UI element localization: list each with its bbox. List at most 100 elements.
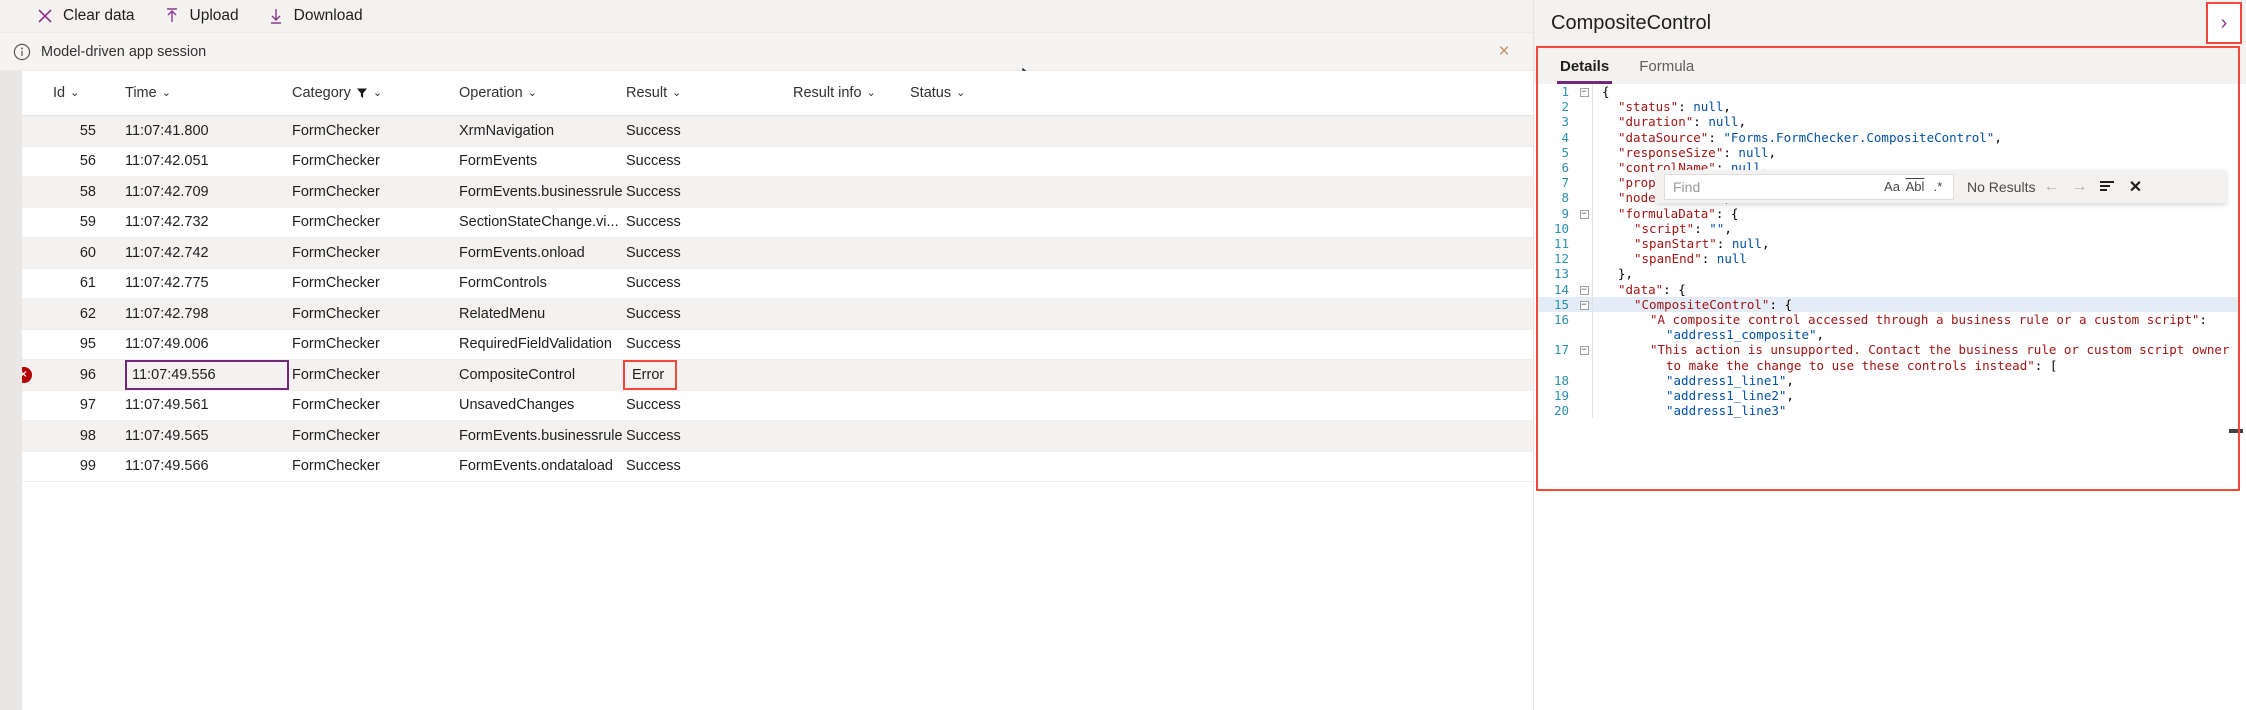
session-events-pane: Clear data Upload Download Model-driven … — [0, 0, 1534, 710]
code-indent-guide — [1592, 388, 1602, 404]
code-indent-guide — [1592, 160, 1602, 176]
cell-status — [907, 421, 1017, 451]
fold-collapse-icon[interactable]: − — [1576, 342, 1592, 357]
scrollbar-thumb[interactable] — [2229, 429, 2243, 433]
table-row[interactable]: 59 11:07:42.732 FormChecker SectionStateCha… — [0, 207, 1533, 238]
download-button[interactable]: Download — [253, 0, 377, 33]
find-input[interactable] — [1673, 178, 1880, 195]
cell-result: Success — [626, 336, 681, 353]
cell-time[interactable]: 11:07:49.556 — [122, 359, 289, 390]
cell-time: 11:07:42.709 — [125, 183, 209, 200]
cell-time: 11:07:49.565 — [125, 427, 209, 444]
code-indent-guide — [1592, 296, 1602, 313]
use-regex-icon[interactable]: .* — [1927, 176, 1949, 198]
table-row[interactable]: 55 11:07:41.800 FormChecker XrmNavigation Su… — [0, 116, 1533, 147]
code-line: 18 "address1_line1", — [1536, 372, 2238, 389]
code-line: 14− "data": { — [1536, 281, 2238, 297]
chevron-down-icon[interactable]: ⌄ — [162, 87, 171, 99]
code-indent-guide — [1592, 114, 1602, 130]
cell-result-info — [790, 421, 907, 451]
cell-result-info — [790, 330, 907, 360]
table-row[interactable]: 95 11:07:49.006 FormChecker RequiredFieldVa… — [0, 329, 1533, 360]
grid-header-id[interactable]: Id ⌄ — [47, 85, 122, 101]
grid-header-time-label: Time — [125, 85, 157, 101]
table-row[interactable]: 58 11:07:42.709 FormChecker FormEvents.busi… — [0, 177, 1533, 208]
fold-collapse-icon[interactable]: − — [1576, 282, 1592, 297]
find-close-icon[interactable]: ✕ — [2123, 175, 2147, 199]
table-row[interactable]: 97 11:07:49.561 FormChecker UnsavedChanges S… — [0, 390, 1533, 421]
cell-category: FormChecker — [292, 275, 380, 292]
chevron-down-icon[interactable]: ⌄ — [70, 87, 79, 99]
find-input-container[interactable]: Aa Abl .* — [1664, 173, 1954, 200]
code-line-number: 5 — [1561, 144, 1569, 160]
table-row[interactable]: 98 11:07:49.565 FormChecker FormEvents.busi… — [0, 421, 1533, 452]
code-indent-guide — [1592, 190, 1602, 206]
grid-header-result-info[interactable]: Result info ⌄ — [790, 85, 907, 101]
tab-details[interactable]: Details — [1548, 58, 1621, 84]
match-case-icon[interactable]: Aa — [1881, 176, 1903, 198]
grid-header-result[interactable]: Result ⌄ — [623, 85, 790, 101]
fold-collapse-icon[interactable]: − — [1576, 84, 1592, 99]
code-line-text: "A composite control accessed through a … — [1650, 312, 2215, 343]
grid-header-result-label: Result — [626, 85, 668, 101]
fold-collapse-icon[interactable]: − — [1576, 206, 1592, 221]
clear-data-button[interactable]: Clear data — [22, 0, 149, 33]
grid-header-time[interactable]: Time ⌄ — [122, 85, 289, 101]
cell-id: 97 — [79, 397, 96, 414]
grid-header-operation[interactable]: Operation ⌄ — [456, 85, 623, 101]
cell-result-info — [790, 360, 907, 390]
tab-formula[interactable]: Formula — [1627, 58, 1706, 84]
grid-left-gutter — [0, 71, 22, 710]
chevron-right-icon[interactable]: › — [2206, 2, 2242, 44]
code-indent-guide — [1592, 251, 1602, 267]
cell-result-info — [790, 269, 907, 299]
grid-header-status[interactable]: Status ⌄ — [907, 85, 1017, 101]
code-line-number: 13 — [1553, 266, 1569, 282]
code-indent-guide — [1592, 342, 1602, 373]
table-row[interactable]: × 96 11:07:49.556 FormChecker CompositeContr… — [0, 359, 1533, 391]
cell-status — [907, 116, 1017, 146]
chevron-down-icon[interactable]: ⌄ — [528, 87, 537, 99]
find-previous-icon[interactable]: ← — [2039, 175, 2063, 199]
chevron-down-icon[interactable]: ⌄ — [956, 87, 965, 99]
code-line-number: 14 — [1553, 281, 1569, 297]
code-line-number: 17 — [1553, 342, 1569, 358]
code-indent-guide — [1592, 281, 1602, 297]
cell-category: FormChecker — [292, 244, 380, 261]
cell-operation: RequiredFieldValidation — [459, 336, 612, 353]
chevron-down-icon[interactable]: ⌄ — [867, 87, 876, 99]
find-next-icon[interactable]: → — [2067, 175, 2091, 199]
table-row[interactable]: 56 11:07:42.051 FormChecker FormEvents Succe… — [0, 146, 1533, 177]
clear-data-label: Clear data — [63, 7, 135, 24]
code-line-text: "address1_line3" — [1666, 403, 1787, 419]
close-session-icon[interactable]: × — [1493, 41, 1515, 63]
cell-category: FormChecker — [292, 427, 380, 444]
fold-collapse-icon[interactable]: − — [1576, 297, 1592, 312]
cell-result: Success — [626, 427, 681, 444]
cell-id: 62 — [79, 305, 96, 322]
chevron-down-icon[interactable]: ⌄ — [672, 87, 681, 99]
table-row[interactable]: 60 11:07:42.742 FormChecker FormEvents.onlo… — [0, 238, 1533, 269]
grid-header-operation-label: Operation — [459, 85, 523, 101]
chevron-down-icon[interactable]: ⌄ — [373, 87, 382, 99]
table-row[interactable]: 62 11:07:42.798 FormChecker RelatedMenu Succ… — [0, 299, 1533, 330]
table-row[interactable]: 99 11:07:49.566 FormChecker FormEvents.onda… — [0, 451, 1533, 482]
code-indent-guide — [1592, 175, 1602, 191]
cell-time: 11:07:49.006 — [125, 336, 209, 353]
cell-id: 59 — [79, 214, 96, 231]
cell-time: 11:07:42.732 — [125, 214, 209, 231]
tab-details-label: Details — [1560, 58, 1610, 75]
cell-time: 11:07:49.561 — [125, 397, 209, 414]
find-in-selection-icon[interactable] — [2095, 175, 2119, 199]
table-row[interactable]: 61 11:07:42.775 FormChecker FormControls Suc… — [0, 268, 1533, 299]
match-whole-word-icon[interactable]: Abl — [1904, 176, 1926, 198]
cell-status — [907, 452, 1017, 482]
grid-header-result-info-label: Result info — [793, 85, 862, 101]
upload-button[interactable]: Upload — [149, 0, 253, 33]
grid-header-row: Id ⌄ Time ⌄ Category ⌄ Operation ⌄ Resul… — [0, 71, 1533, 116]
code-line: 12 "spanEnd": null — [1536, 251, 2238, 267]
grid-header-category[interactable]: Category ⌄ — [289, 85, 456, 101]
filter-funnel-icon[interactable] — [356, 87, 368, 99]
cell-status — [907, 177, 1017, 207]
info-circle-icon — [12, 42, 32, 62]
